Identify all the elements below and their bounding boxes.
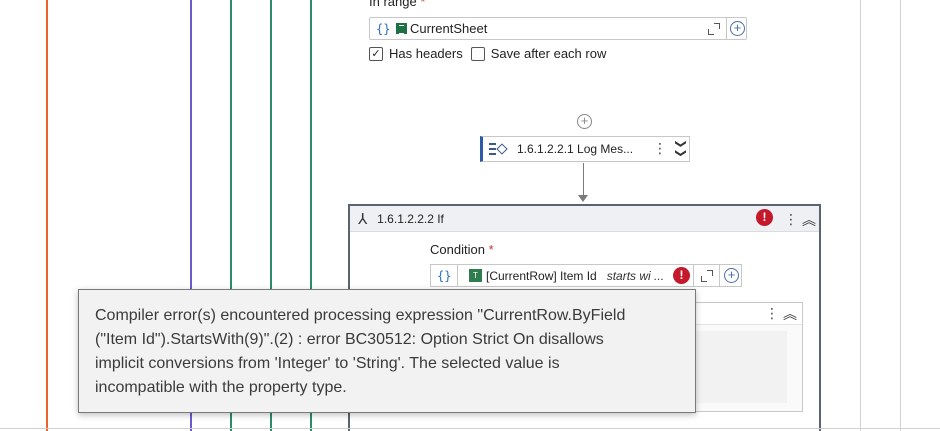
add-activity-icon[interactable]: + xyxy=(577,114,592,129)
if-header[interactable]: ⅄ 1.6.1.2.2.2 If ! ⋮ ︽ xyxy=(350,206,819,232)
save-after-each-row-label: Save after each row xyxy=(490,46,607,61)
expand-chevron-icon[interactable]: ❯❯ xyxy=(675,139,688,157)
text-variable-icon: T xyxy=(469,269,482,282)
more-options-icon[interactable]: ⋮ xyxy=(765,306,779,320)
plus-circle-icon[interactable]: + xyxy=(724,268,739,283)
in-range-label: In range * xyxy=(369,0,426,9)
expand-icon[interactable] xyxy=(701,270,713,282)
save-after-each-row-checkbox[interactable] xyxy=(470,46,485,61)
collapse-chevron-icon[interactable]: ︽ xyxy=(783,304,797,324)
in-range-value: CurrentSheet xyxy=(410,21,488,36)
more-options-icon[interactable]: ⋮ xyxy=(784,212,798,226)
plus-circle-icon[interactable]: + xyxy=(730,21,745,36)
error-icon[interactable]: ! xyxy=(673,267,690,284)
field-divider xyxy=(457,264,458,287)
flow-line-grey-1 xyxy=(860,0,861,431)
condition-value: [CurrentRow] Item Id xyxy=(486,268,597,283)
tooltip-line: Compiler error(s) encountered processing… xyxy=(95,307,626,324)
log-message-icon xyxy=(489,142,508,156)
connector-arrowhead xyxy=(578,195,588,202)
field-divider xyxy=(726,17,727,40)
collapse-chevron-icon[interactable]: ︽ xyxy=(802,210,816,230)
condition-label: Condition * xyxy=(430,242,494,257)
in-range-field[interactable]: {} CurrentSheet + xyxy=(369,17,747,40)
bottom-divider xyxy=(0,428,940,429)
more-options-icon[interactable]: ⋮ xyxy=(653,141,667,155)
error-icon[interactable]: ! xyxy=(756,209,773,226)
log-message-activity[interactable]: 1.6.1.2.2.1 Log Mes... ⋮ ❯❯ xyxy=(480,136,690,162)
log-message-title: 1.6.1.2.2.1 Log Mes... xyxy=(517,142,634,156)
options-row: ✓ Has headers Save after each row xyxy=(369,46,614,61)
excel-icon xyxy=(396,23,407,34)
has-headers-checkbox[interactable]: ✓ xyxy=(369,46,383,61)
tooltip-line: incompatible with the property type. xyxy=(95,379,347,396)
condition-field[interactable]: {} T [CurrentRow] Item Id starts wi ... … xyxy=(430,264,742,287)
field-divider xyxy=(693,264,694,287)
if-branch-icon: ⅄ xyxy=(358,210,368,228)
tooltip-line: ("Item Id").StartsWith(9)".(2) : error B… xyxy=(95,331,604,348)
field-divider xyxy=(719,264,720,287)
expression-braces-icon[interactable]: {} xyxy=(376,22,394,36)
connector-line xyxy=(583,163,584,197)
if-title: 1.6.1.2.2.2 If xyxy=(377,211,444,226)
has-headers-label: Has headers xyxy=(389,46,463,61)
tooltip-line: implicit conversions from 'Integer' to '… xyxy=(95,355,560,372)
error-tooltip: Compiler error(s) encountered processing… xyxy=(78,289,696,413)
expand-icon[interactable] xyxy=(708,23,720,35)
expression-braces-icon[interactable]: {} xyxy=(437,269,455,283)
condition-operator: starts wi ... xyxy=(606,268,665,283)
flow-line-orange xyxy=(46,0,48,431)
flow-line-grey-2 xyxy=(900,0,901,431)
